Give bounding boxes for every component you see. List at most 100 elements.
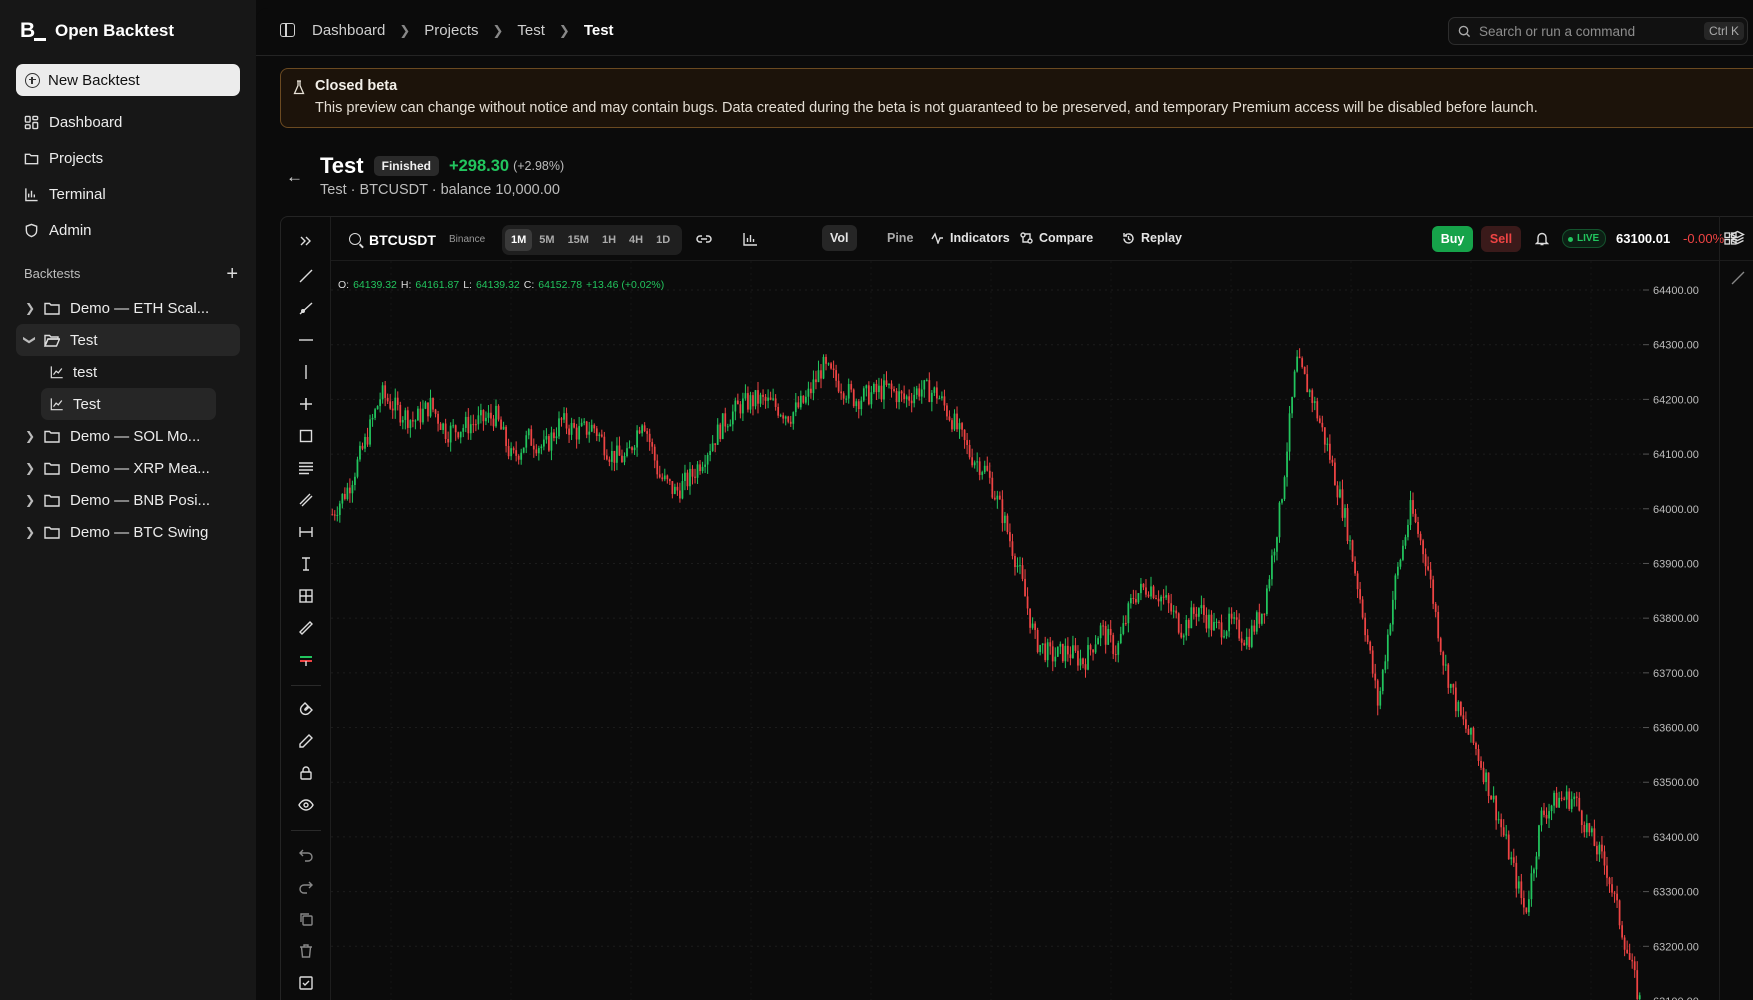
rectangle-icon[interactable]	[298, 428, 314, 444]
candle-body	[1369, 641, 1372, 651]
undo-icon[interactable]	[298, 847, 314, 863]
bell-icon[interactable]	[1535, 231, 1549, 246]
symbol-search-icon[interactable]	[349, 233, 361, 245]
ruler-icon[interactable]	[298, 620, 314, 636]
replay-button[interactable]: Replay	[1122, 231, 1182, 245]
candle-body	[1061, 643, 1064, 662]
tree-folder-active[interactable]: ❯ Test	[16, 324, 240, 356]
tree-folder[interactable]: ❯ Demo — BNB Posi...	[16, 484, 240, 516]
tree-folder[interactable]: ❯ Demo — SOL Mo...	[16, 420, 240, 452]
vertical-line-icon[interactable]	[298, 364, 314, 380]
nav-item-projects[interactable]: Projects	[16, 140, 240, 176]
timeframe-option-1d[interactable]: 1D	[650, 229, 676, 251]
candle-body	[1271, 555, 1273, 580]
nav-item-admin[interactable]: Admin	[16, 212, 240, 248]
layers-icon[interactable]	[1730, 230, 1745, 245]
y-tick-label: 63900.00	[1653, 558, 1699, 570]
price-chart[interactable]: 64400.00 64300.00 64200.00 64100.00 64000.00…	[331, 261, 1711, 1000]
lock-icon[interactable]	[298, 765, 314, 781]
symbol-name[interactable]: BTCUSDT	[369, 232, 436, 248]
tree-folder[interactable]: ❯ Demo — ETH Scal...	[16, 292, 240, 324]
measure-range-icon[interactable]	[298, 524, 314, 540]
magnet-icon[interactable]	[298, 701, 314, 717]
timeframe-option-15m[interactable]: 15M	[562, 229, 595, 251]
pine-button[interactable]: Pine	[887, 231, 913, 245]
candle-body	[752, 395, 754, 407]
chevron-right-icon[interactable]: ❯	[16, 429, 44, 443]
candle-body	[1074, 645, 1077, 651]
timeframe-option-1m[interactable]: 1M	[505, 229, 533, 251]
candle-body	[663, 475, 666, 480]
candle-body	[1475, 742, 1477, 750]
checkbox-select-icon[interactable]	[298, 975, 314, 991]
candle-body	[1253, 625, 1256, 632]
buy-button[interactable]: Buy	[1432, 226, 1473, 252]
chevron-down-icon[interactable]: ❯	[23, 326, 37, 354]
tree-folder[interactable]: ❯ Demo — BTC Swing	[16, 516, 240, 548]
candle-body	[988, 470, 991, 478]
tree-child-item-active[interactable]: Test	[41, 388, 216, 420]
candle-body	[1563, 798, 1566, 800]
breadcrumb-item[interactable]: Dashboard	[312, 22, 385, 39]
trend-line-icon[interactable]	[298, 268, 314, 284]
horizontal-line-icon[interactable]	[298, 332, 314, 348]
eye-icon[interactable]	[298, 797, 314, 813]
text-tool-icon[interactable]	[298, 556, 314, 572]
command-search-input[interactable]: Search or run a command Ctrl K	[1448, 17, 1748, 45]
pencil-icon[interactable]	[298, 733, 314, 749]
candle-body	[1283, 477, 1286, 500]
candle-body	[648, 433, 651, 443]
candle-body	[734, 400, 737, 412]
nav-item-terminal[interactable]: Terminal	[16, 176, 240, 212]
breadcrumb-item[interactable]: Projects	[424, 22, 478, 39]
y-tick-label: 63100.00	[1653, 996, 1699, 1000]
candle-body	[404, 410, 407, 421]
timeframe-option-1h[interactable]: 1H	[596, 229, 622, 251]
candle-body	[1213, 621, 1215, 631]
fib-levels-icon[interactable]	[298, 460, 314, 476]
chevron-right-icon[interactable]: ❯	[16, 301, 44, 315]
candle-body	[1364, 617, 1367, 636]
tree-folder[interactable]: ❯ Demo — XRP Mea...	[16, 452, 240, 484]
chevron-right-icon[interactable]: ❯	[16, 493, 44, 507]
expand-chevrons-icon[interactable]	[298, 233, 314, 249]
candle-body	[563, 413, 565, 420]
breadcrumb-item[interactable]: Test	[517, 22, 545, 39]
brand[interactable]: B Open Backtest	[20, 20, 174, 42]
candle-body	[840, 391, 843, 394]
candle-body	[464, 416, 467, 428]
trash-icon[interactable]	[298, 943, 314, 959]
add-backtest-icon[interactable]: +	[226, 264, 238, 284]
nav-item-dashboard[interactable]: Dashboard	[16, 104, 240, 140]
chart-type-icon[interactable]	[743, 232, 758, 246]
long-short-position-icon[interactable]	[298, 652, 314, 668]
channel-icon[interactable]	[298, 492, 314, 508]
sell-button[interactable]: Sell	[1481, 226, 1521, 252]
tree-child-item[interactable]: test	[41, 356, 216, 388]
ray-icon[interactable]	[298, 300, 314, 316]
candle-body	[525, 435, 528, 448]
timeframe-option-5m[interactable]: 5M	[533, 229, 560, 251]
sidebar-toggle-icon[interactable]	[280, 23, 295, 37]
chevron-right-icon[interactable]: ❯	[16, 525, 44, 539]
link-icon[interactable]	[696, 232, 712, 246]
chevron-right-icon[interactable]: ❯	[16, 461, 44, 475]
candle-body	[885, 380, 888, 386]
timeframe-option-4h[interactable]: 4H	[623, 229, 649, 251]
candle-body	[548, 436, 550, 451]
indicators-button[interactable]: Indicators	[931, 231, 1010, 245]
candle-body	[1550, 805, 1553, 812]
crosshair-icon[interactable]	[298, 396, 314, 412]
y-tick-label: 63500.00	[1653, 777, 1699, 789]
redo-icon[interactable]	[298, 879, 314, 895]
draw-line-icon[interactable]	[1731, 271, 1745, 285]
candle-body	[633, 447, 636, 451]
back-arrow-icon[interactable]: ←	[286, 167, 303, 187]
candle-body	[1157, 598, 1160, 602]
new-backtest-button[interactable]: New Backtest	[16, 64, 240, 96]
compare-button[interactable]: Compare	[1020, 231, 1093, 245]
candle-body	[1205, 614, 1208, 629]
volume-toggle-button[interactable]: Vol	[822, 225, 857, 251]
copy-icon[interactable]	[298, 911, 314, 927]
grid-tool-icon[interactable]	[298, 588, 314, 604]
